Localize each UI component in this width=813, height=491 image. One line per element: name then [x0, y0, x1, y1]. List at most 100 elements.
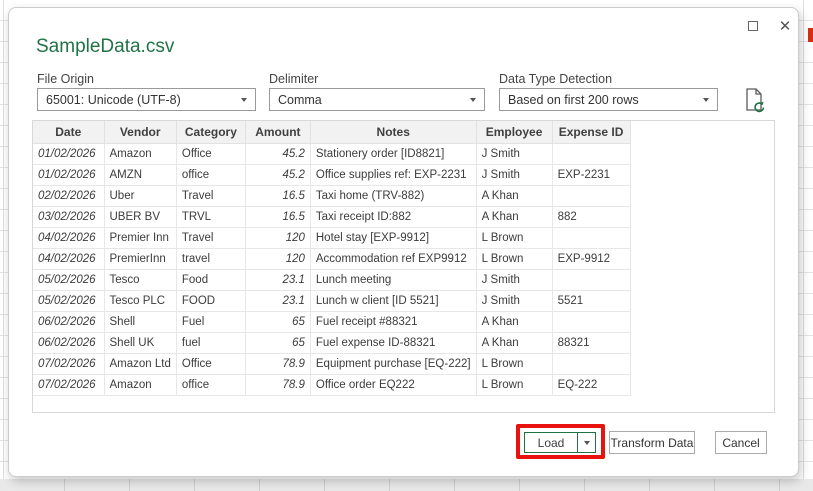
table-cell: 23.1 — [244, 289, 311, 312]
excel-gridline — [803, 0, 804, 491]
table-cell: EXP-9912 — [551, 247, 631, 270]
table-cell: J Smith — [475, 268, 553, 291]
table-cell: 01/02/2026 — [33, 163, 105, 186]
table-cell: Taxi receipt ID:882 — [309, 205, 477, 228]
file-origin-dropdown[interactable]: 65001: Unicode (UTF-8) — [37, 88, 256, 111]
cancel-button[interactable]: Cancel — [715, 431, 767, 454]
table-cell: Taxi home (TRV-882) — [309, 184, 477, 207]
file-origin-value: 65001: Unicode (UTF-8) — [46, 92, 181, 107]
table-cell: 5521 — [551, 289, 631, 312]
table-cell: UBER BV — [103, 205, 177, 228]
table-cell: 88321 — [551, 331, 631, 354]
table-cell: A Khan — [475, 184, 553, 207]
table-cell: 06/02/2026 — [33, 310, 105, 333]
chevron-down-icon — [470, 97, 476, 102]
table-cell: Office — [175, 142, 246, 165]
table-cell — [551, 226, 631, 249]
table-cell: EXP-2231 — [551, 163, 631, 186]
column-header: Category — [175, 121, 246, 144]
delimiter-value: Comma — [278, 92, 322, 107]
maximize-button[interactable] — [744, 17, 762, 35]
table-cell: 78.9 — [244, 373, 311, 396]
data-preview-panel: Date Vendor Category Amount Notes Employee Exp… — [32, 120, 775, 413]
table-cell: 01/02/2026 — [33, 142, 105, 165]
table-row: 02/02/2026 Uber Travel 16.5 Taxi home (TRV-8… — [33, 184, 631, 207]
table-cell: 45.2 — [244, 142, 311, 165]
data-type-detection-dropdown[interactable]: Based on first 200 rows — [499, 88, 718, 111]
table-row: 07/02/2026 Amazon office 78.9 Office order E… — [33, 373, 631, 396]
column-header: Amount — [244, 121, 311, 144]
table-cell: Stationery order [ID8821] — [309, 142, 477, 165]
table-cell: travel — [175, 247, 246, 270]
csv-import-dialog: ✕ SampleData.csv File Origin 65001: Unic… — [8, 7, 799, 477]
table-cell: Tesco PLC — [103, 289, 177, 312]
table-row: 04/02/2026 PremierInn travel 120 Accommodati… — [33, 247, 631, 270]
preview-table: Date Vendor Category Amount Notes Employee Exp… — [33, 121, 631, 396]
background-red-mark — [808, 28, 813, 42]
excel-gridline — [3, 0, 4, 491]
table-cell: Fuel expense ID-88321 — [309, 331, 477, 354]
table-cell: 882 — [551, 205, 631, 228]
data-type-detection-label: Data Type Detection — [499, 72, 613, 86]
close-icon: ✕ — [778, 17, 792, 35]
table-cell: AMZN — [103, 163, 177, 186]
table-row: 05/02/2026 Tesco PLC FOOD 23.1 Lunch w clien… — [33, 289, 631, 312]
table-cell: 04/02/2026 — [33, 247, 105, 270]
table-cell: L Brown — [475, 373, 553, 396]
table-cell: 23.1 — [244, 268, 311, 291]
table-cell: FOOD — [175, 289, 246, 312]
table-cell: Lunch w client [ID 5521] — [309, 289, 477, 312]
table-cell: 120 — [244, 247, 311, 270]
table-cell: PremierInn — [103, 247, 177, 270]
page-title: SampleData.csv — [36, 36, 175, 57]
file-origin-label: File Origin — [37, 72, 94, 86]
table-cell: 05/02/2026 — [33, 289, 105, 312]
table-cell: Amazon Ltd — [103, 352, 177, 375]
table-cell — [551, 142, 631, 165]
excel-row-strip — [0, 479, 813, 491]
table-cell: 16.5 — [244, 184, 311, 207]
table-row: 04/02/2026 Premier Inn Travel 120 Hotel stay… — [33, 226, 631, 249]
table-row: 01/02/2026 AMZN office 45.2 Office supplies … — [33, 163, 631, 186]
column-header: Expense ID — [551, 121, 631, 144]
table-cell: Amazon — [103, 142, 177, 165]
table-cell: Travel — [175, 226, 246, 249]
table-cell: 07/02/2026 — [33, 352, 105, 375]
transform-data-button[interactable]: Transform Data — [609, 431, 695, 454]
load-split-button: Load — [524, 432, 596, 453]
table-cell: 45.2 — [244, 163, 311, 186]
close-button[interactable]: ✕ — [776, 17, 794, 35]
table-cell: 02/02/2026 — [33, 184, 105, 207]
chevron-down-icon — [703, 97, 709, 102]
file-refresh-glyph — [746, 88, 765, 113]
table-cell: Equipment purchase [EQ-222] — [309, 352, 477, 375]
file-refresh-icon[interactable] — [742, 87, 768, 113]
table-cell: Shell UK — [103, 331, 177, 354]
table-cell: 78.9 — [244, 352, 311, 375]
table-cell: Amazon — [103, 373, 177, 396]
table-cell: Shell — [103, 310, 177, 333]
table-row: 07/02/2026 Amazon Ltd Office 78.9 Equipment … — [33, 352, 631, 375]
table-cell: 65 — [244, 310, 311, 333]
table-cell: A Khan — [475, 205, 553, 228]
load-dropdown-button[interactable] — [577, 433, 595, 452]
table-cell: EQ-222 — [551, 373, 631, 396]
table-cell: Office — [175, 352, 246, 375]
table-cell: Lunch meeting — [309, 268, 477, 291]
table-row: 05/02/2026 Tesco Food 23.1 Lunch meeting J Sm… — [33, 268, 631, 291]
table-cell: Accommodation ref EXP9912 — [309, 247, 477, 270]
table-row: 06/02/2026 Shell UK fuel 65 Fuel expense ID-… — [33, 331, 631, 354]
table-cell: J Smith — [475, 142, 553, 165]
delimiter-dropdown[interactable]: Comma — [269, 88, 485, 111]
table-cell: Hotel stay [EXP-9912] — [309, 226, 477, 249]
load-button[interactable]: Load — [525, 433, 577, 452]
table-row: 06/02/2026 Shell Fuel 65 Fuel receipt #88321… — [33, 310, 631, 333]
table-cell: TRVL — [175, 205, 246, 228]
table-cell — [551, 352, 631, 375]
table-cell: Travel — [175, 184, 246, 207]
table-cell: 65 — [244, 331, 311, 354]
table-cell: Premier Inn — [103, 226, 177, 249]
column-header: Vendor — [103, 121, 177, 144]
table-cell — [551, 310, 631, 333]
table-cell: 05/02/2026 — [33, 268, 105, 291]
